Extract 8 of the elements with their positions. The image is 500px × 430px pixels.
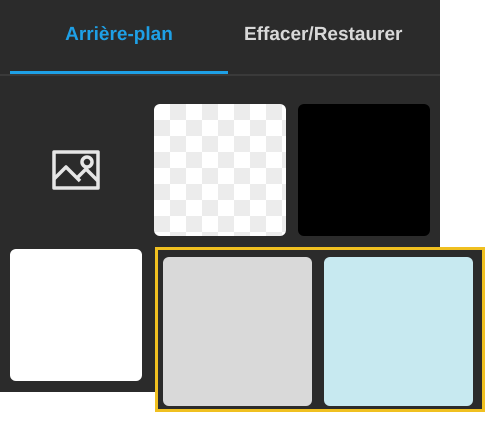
- color-swatch[interactable]: [10, 249, 142, 381]
- color-swatch[interactable]: [324, 257, 473, 406]
- color-swatch[interactable]: [163, 257, 312, 406]
- image-icon: [51, 149, 101, 191]
- tab[interactable]: Arrière-plan: [10, 0, 228, 74]
- tab[interactable]: Effacer/Restaurer: [228, 0, 418, 74]
- transparent-swatch[interactable]: [154, 104, 286, 236]
- color-swatch[interactable]: [298, 104, 430, 236]
